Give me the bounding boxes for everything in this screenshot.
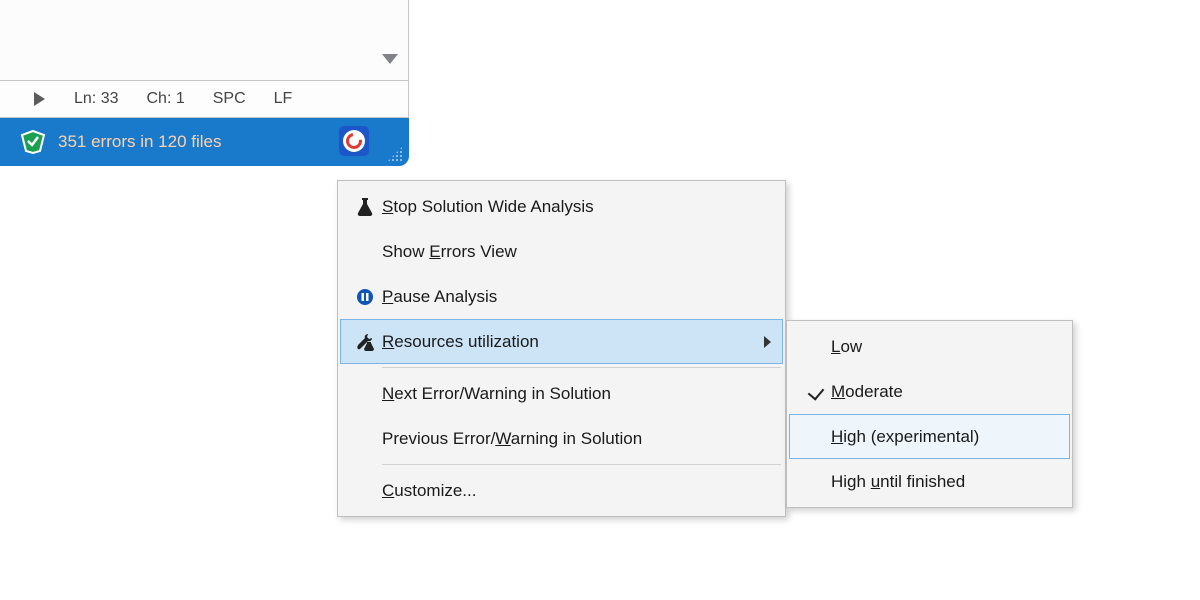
submenu-arrow-icon (764, 336, 771, 348)
check-icon (797, 387, 831, 397)
editor-viewport (0, 0, 409, 80)
status-indent[interactable]: SPC (213, 90, 246, 108)
menu-show-errors[interactable]: Show Errors View (340, 229, 783, 274)
status-line[interactable]: Ln: 33 (74, 90, 118, 108)
menu-customize[interactable]: Customize... (340, 468, 783, 513)
analysis-status-bar: 351 errors in 120 files (0, 118, 409, 166)
analysis-indicator-icon[interactable] (339, 126, 369, 156)
menu-label: Pause Analysis (382, 287, 771, 307)
menu-label: High (experimental) (831, 427, 1058, 447)
submenu-high-until[interactable]: High until finished (789, 459, 1070, 504)
menu-label: Customize... (382, 481, 771, 501)
resize-grip-icon[interactable] (387, 146, 403, 162)
menu-stop-analysis[interactable]: Stop Solution Wide Analysis (340, 184, 783, 229)
status-col[interactable]: Ch: 1 (146, 90, 184, 108)
menu-separator (382, 464, 781, 465)
submenu-low[interactable]: Low (789, 324, 1070, 369)
status-eol[interactable]: LF (274, 90, 293, 108)
flask-icon (348, 197, 382, 217)
menu-label: Low (831, 337, 1058, 357)
menu-label: High until finished (831, 472, 1058, 492)
menu-separator (382, 367, 781, 368)
submenu-moderate[interactable]: Moderate (789, 369, 1070, 414)
submenu-high[interactable]: High (experimental) (789, 414, 1070, 459)
menu-label: Stop Solution Wide Analysis (382, 197, 771, 217)
menu-label: Previous Error/Warning in Solution (382, 429, 771, 449)
menu-label: Next Error/Warning in Solution (382, 384, 771, 404)
menu-prev-error[interactable]: Previous Error/Warning in Solution (340, 416, 783, 461)
shield-icon (20, 129, 46, 155)
menu-label: Moderate (831, 382, 1058, 402)
play-icon[interactable] (34, 92, 46, 106)
menu-resources-utilization[interactable]: Resources utilization (340, 319, 783, 364)
error-count-text[interactable]: 351 errors in 120 files (58, 132, 221, 152)
editor-pane: Ln: 33 Ch: 1 SPC LF 351 errors in 120 fi… (0, 0, 409, 166)
pause-icon (348, 288, 382, 306)
status-bar: Ln: 33 Ch: 1 SPC LF (0, 80, 409, 118)
menu-pause-analysis[interactable]: Pause Analysis (340, 274, 783, 319)
menu-label: Resources utilization (382, 332, 764, 352)
menu-next-error[interactable]: Next Error/Warning in Solution (340, 371, 783, 416)
resources-submenu: Low Moderate High (experimental) High un… (786, 320, 1073, 508)
wrench-flask-icon (348, 332, 382, 352)
menu-label: Show Errors View (382, 242, 771, 262)
scroll-down-icon[interactable] (382, 54, 398, 64)
analysis-context-menu: Stop Solution Wide Analysis Show Errors … (337, 180, 786, 517)
